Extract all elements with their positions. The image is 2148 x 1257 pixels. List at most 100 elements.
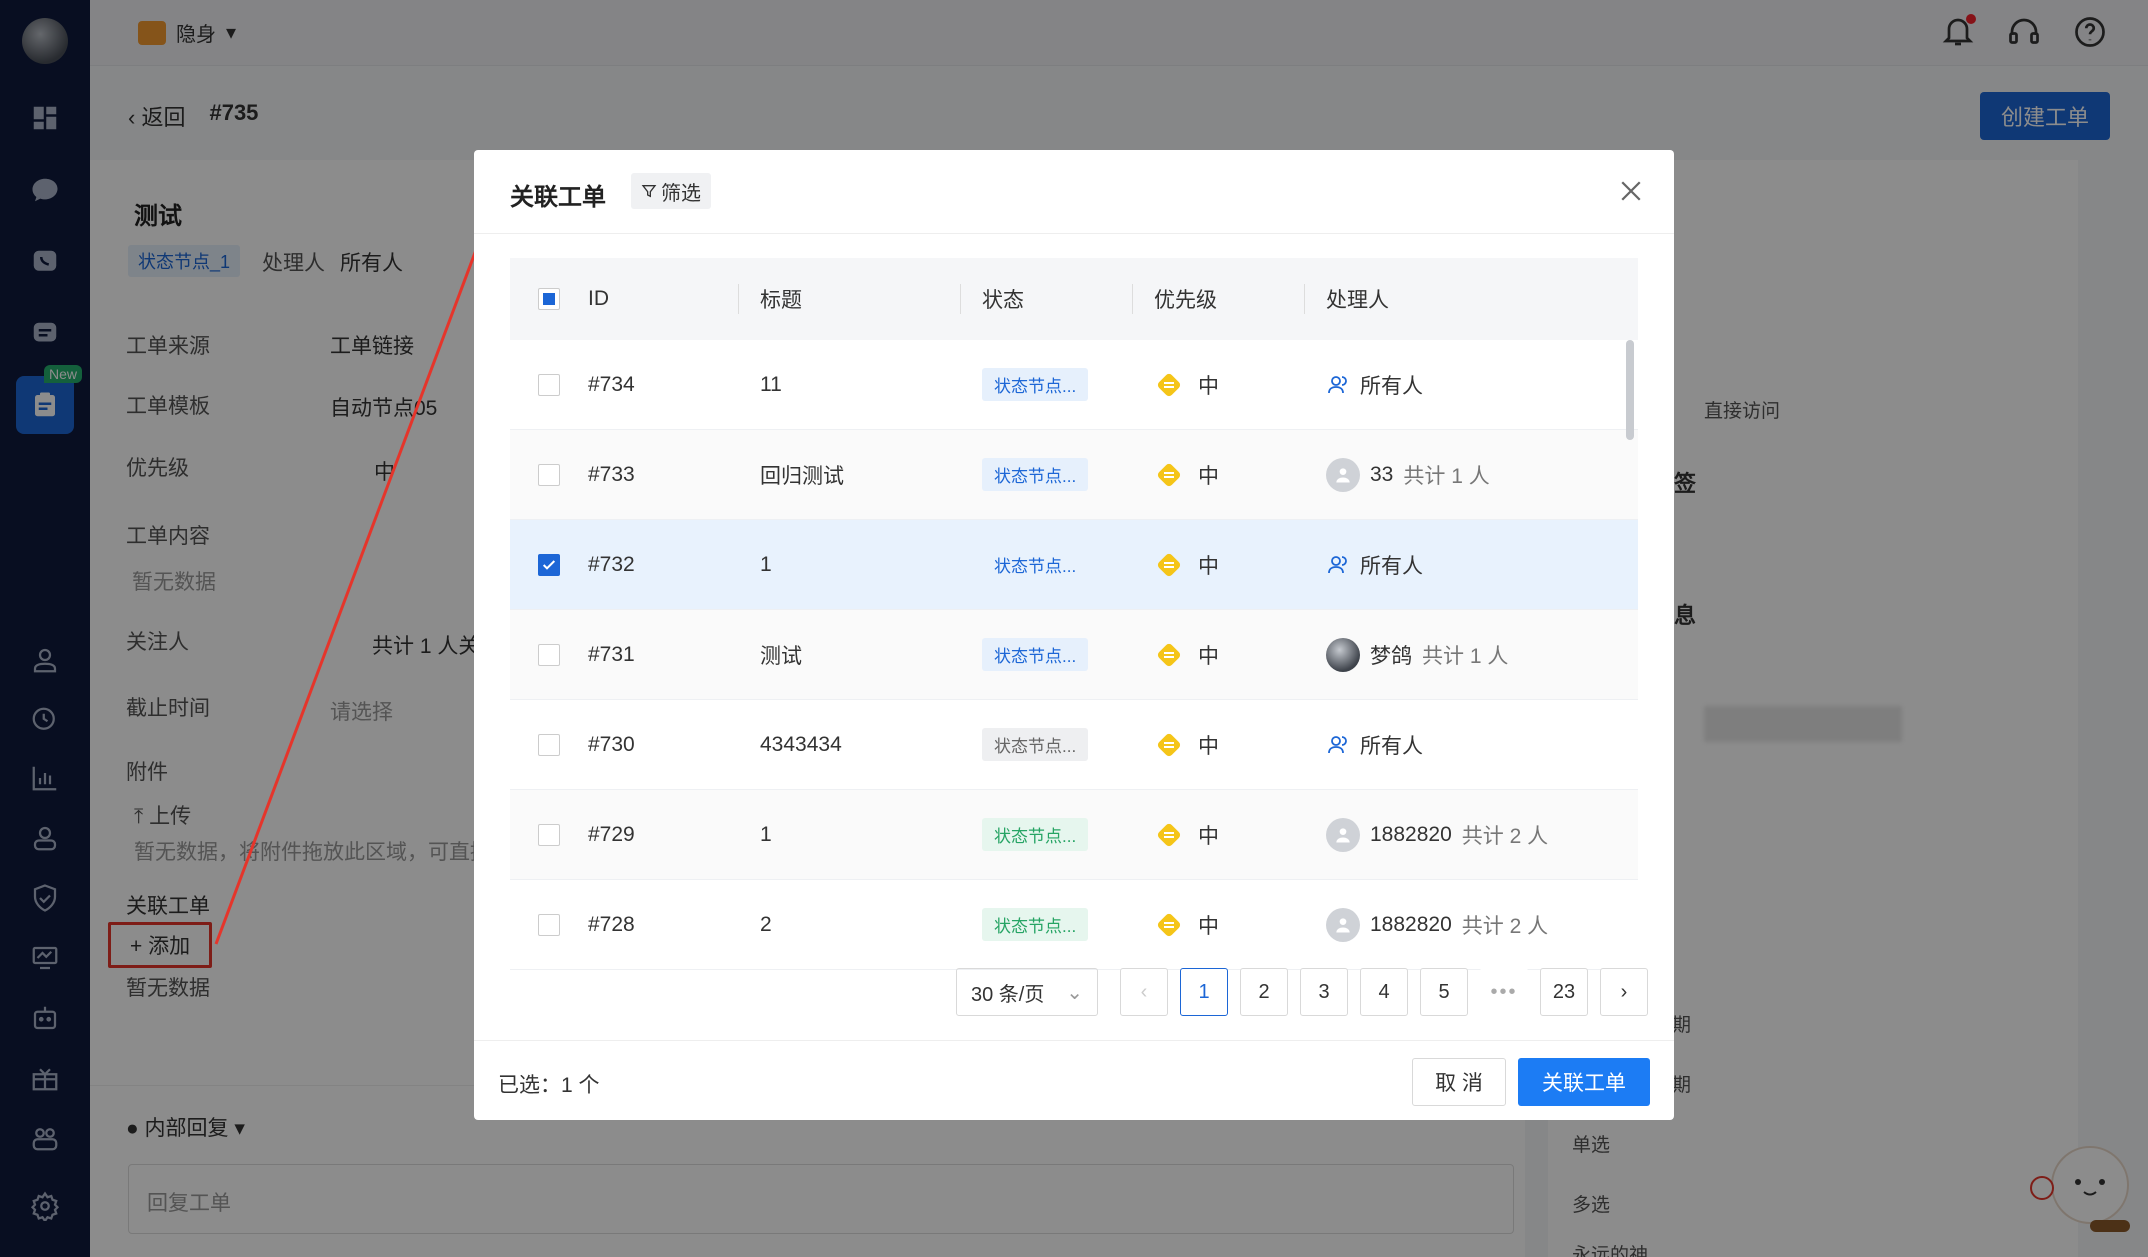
page-size-select[interactable]: 30 条/页 ⌄ [956,968,1098,1016]
filter-button[interactable]: 筛选 [631,173,711,209]
priority-medium-icon [1157,733,1181,756]
ticket-id-cell: #733 [588,462,635,486]
ticket-title-cell: 回归测试 [760,464,844,488]
pagination: 30 条/页 ⌄ ‹ 12345 ••• 23 › [956,968,1648,1016]
user-avatar-icon [1326,457,1360,492]
table-row[interactable]: #733 回归测试 状态节点... 中 33 共计 1 人 [510,430,1638,520]
assignee-name: 梦鸽 [1370,644,1412,668]
table-header: ID 标题 状态 优先级 处理人 [510,258,1638,340]
ticket-id-cell: #734 [588,372,635,396]
row-checkbox[interactable] [538,733,560,756]
select-all-checkbox[interactable] [538,288,560,310]
assignee-name: 所有人 [1360,554,1423,578]
status-tag: 状态节点... [982,908,1089,941]
priority-label: 中 [1198,914,1219,938]
row-checkbox[interactable] [538,373,560,396]
dialog-title: 关联工单 [510,184,606,211]
filter-label: 筛选 [661,182,701,205]
assignee-count: 共计 2 人 [1461,824,1549,848]
row-checkbox[interactable] [538,913,560,936]
ticket-id-cell: #729 [588,822,635,846]
page-button[interactable]: 3 [1300,968,1348,1016]
ticket-table: ID 标题 状态 优先级 处理人 #734 11 状态节点... 中所有人 #733 回归… [510,258,1638,970]
column-header: 处理人 [1326,289,1389,312]
assignee-name: 33 [1370,462,1394,486]
page-last[interactable]: 23 [1540,968,1588,1016]
assignee-name: 1882820 [1370,912,1452,936]
ticket-title-cell: 4343434 [760,732,842,756]
user-photo-avatar [1326,637,1360,672]
table-row[interactable]: #729 1 状态节点... 中 1882820 共计 2 人 [510,790,1638,880]
priority-medium-icon [1157,643,1181,666]
related-ticket-dialog: 关联工单 筛选 ID 标题 状态 优先级 处理人 #734 11 状态节点... 中所… [474,150,1674,1120]
cancel-button[interactable]: 取 消 [1412,1058,1506,1106]
page-ellipsis[interactable]: ••• [1480,968,1528,1016]
link-ticket-button[interactable]: 关联工单 [1518,1058,1650,1106]
close-icon[interactable] [1616,176,1646,206]
row-checkbox[interactable] [538,463,560,486]
ticket-title-cell: 测试 [760,644,802,668]
column-header: ID [588,287,609,310]
priority-label: 中 [1198,554,1219,578]
status-tag: 状态节点... [982,728,1089,761]
priority-medium-icon [1157,823,1181,846]
page-button[interactable]: 2 [1240,968,1288,1016]
status-tag: 状态节点... [982,818,1089,851]
priority-label: 中 [1198,644,1219,668]
ticket-id-cell: #732 [588,552,635,576]
ticket-title-cell: 1 [760,822,772,846]
selected-count: 已选：1 个 [498,1074,600,1097]
all-users-icon [1328,555,1347,573]
assignee-count: 共计 2 人 [1461,914,1549,938]
user-avatar-icon [1326,817,1360,852]
row-checkbox[interactable] [538,823,560,846]
priority-medium-icon [1157,463,1181,486]
column-header: 优先级 [1154,289,1217,312]
ticket-id-cell: #728 [588,912,635,936]
filter-icon [641,185,657,198]
ticket-title-cell: 1 [760,552,772,576]
table-row[interactable]: #730 4343434 状态节点... 中 所有人 [510,700,1638,790]
status-tag: 状态节点... [982,638,1089,671]
page-button[interactable]: 1 [1180,968,1228,1016]
page-button[interactable]: 5 [1420,968,1468,1016]
priority-medium-icon [1157,913,1181,936]
next-page-button[interactable]: › [1600,968,1648,1016]
table-row[interactable]: #731 测试 状态节点... 中 梦鸽 共计 1 人 [510,610,1638,700]
priority-label: 中 [1198,734,1219,758]
ticket-id-cell: #730 [588,732,635,756]
assignee-count: 共计 1 人 [1422,644,1509,668]
ticket-id-cell: #731 [588,642,635,666]
priority-label: 中 [1198,824,1219,848]
chevron-down-icon: ⌄ [1066,981,1083,1004]
column-header: 状态 [982,289,1024,312]
row-checkbox[interactable] [538,553,560,576]
table-row[interactable]: #732 1 状态节点... 中 所有人 [510,520,1638,610]
status-tag: 状态节点... [982,368,1089,401]
priority-medium-icon [1157,553,1181,576]
priority-label: 中 [1198,374,1219,398]
table-body: #734 11 状态节点... 中所有人 #733 回归测试 状态节点... 中 33 共计 1 … [510,340,1638,970]
status-tag: 状态节点... [994,557,1077,576]
check-icon [542,559,556,570]
user-avatar-icon [1326,907,1360,942]
assignee-name: 1882820 [1370,822,1452,846]
assignee-name: 所有人 [1360,374,1423,398]
prev-page-button[interactable]: ‹ [1120,968,1168,1016]
assignee-count: 共计 1 人 [1403,464,1490,488]
ticket-title-cell: 11 [760,372,782,396]
ticket-title-cell: 2 [760,912,772,936]
dialog-header: 关联工单 筛选 [474,150,1674,234]
page-button[interactable]: 4 [1360,968,1408,1016]
priority-label: 中 [1198,464,1219,488]
table-row[interactable]: #728 2 状态节点... 中 1882820 共计 2 人 [510,880,1638,970]
row-checkbox[interactable] [538,643,560,666]
page-size-value: 30 条/页 [971,983,1045,1006]
table-row[interactable]: #734 11 状态节点... 中 所有人 [510,340,1638,430]
page-list: 12345 [1180,968,1468,1016]
assignee-name: 所有人 [1360,734,1423,758]
dialog-footer: 已选：1 个 取 消 关联工单 [474,1040,1674,1120]
status-tag: 状态节点... [982,458,1089,491]
priority-medium-icon [1157,373,1181,396]
table-scrollbar[interactable] [1626,340,1634,440]
